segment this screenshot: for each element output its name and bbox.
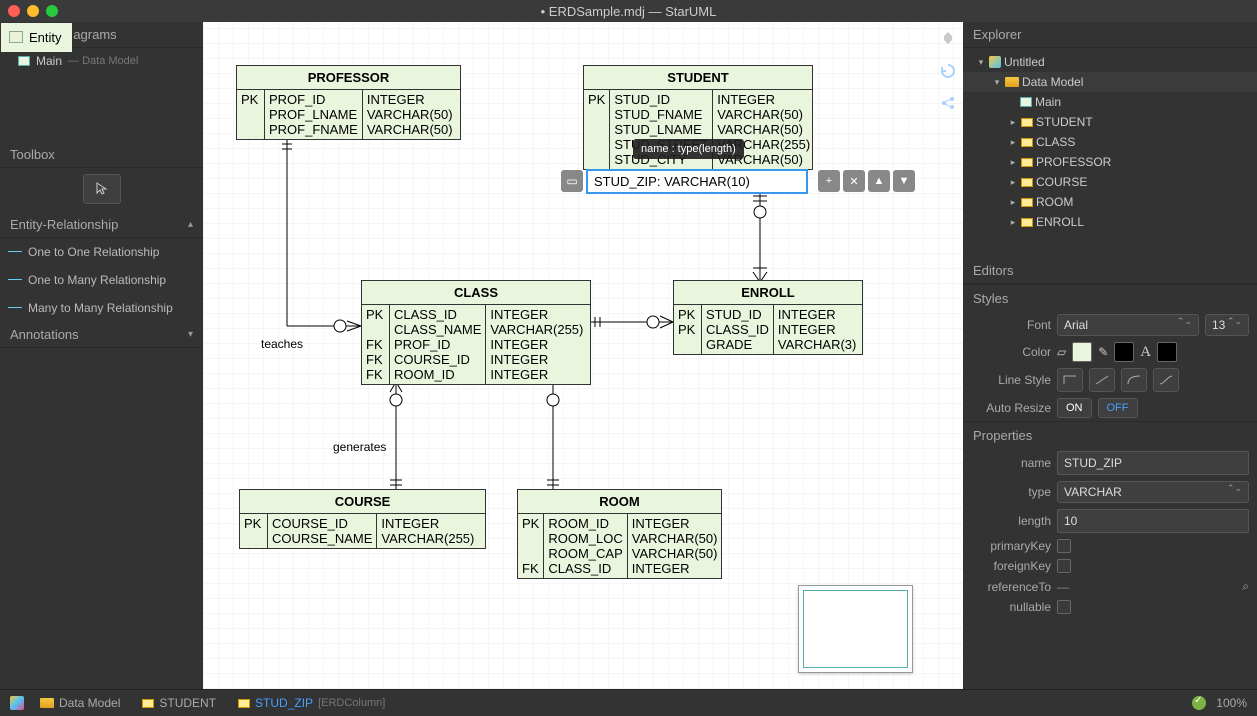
entity-icon [1021,198,1033,207]
diagram-canvas[interactable]: PROFESSOR PK PROF_IDPROF_LNAMEPROF_FNAME… [203,22,963,689]
entity-enroll[interactable]: ENROLL PKPK STUD_IDCLASS_IDGRADE INTEGER… [673,280,863,355]
tool-one-to-many[interactable]: One to Many Relationship [0,266,203,294]
styles-header: Styles [963,285,1257,311]
entity-title: ROOM [518,490,721,514]
left-panel: Working Diagrams Main — Data Model Toolb… [0,22,203,689]
entity-title: STUDENT [584,66,812,90]
tool-one-to-one[interactable]: One to One Relationship [0,238,203,266]
prop-name-input[interactable] [1057,451,1249,475]
fill-color-swatch[interactable] [1072,342,1092,362]
tool-many-to-many[interactable]: Many to Many Relationship [0,294,203,322]
plug-icon[interactable] [939,30,957,48]
entity-icon [1021,138,1033,147]
align-button[interactable]: ▭ [561,170,583,192]
explorer-tree: ▾Untitled ▾Data Model Main ▸STUDENT ▸CLA… [963,48,1257,236]
entity-icon [142,699,154,708]
annotations-section[interactable]: Annotations ▾ [0,322,203,348]
app-icon [10,696,24,710]
entity-title: ENROLL [674,281,862,305]
package-icon [40,698,54,708]
column-icon [238,699,250,708]
prop-primarykey-checkbox[interactable] [1057,539,1071,553]
entity-course[interactable]: COURSE PK COURSE_IDCOURSE_NAME INTEGERVA… [239,489,486,549]
text-icon: A [1140,344,1151,361]
tree-entity-student[interactable]: ▸STUDENT [963,112,1257,132]
prop-type-select[interactable]: VARCHAR [1057,481,1249,503]
prop-length-input[interactable] [1057,509,1249,533]
entity-title: CLASS [362,281,590,305]
edit-tooltip: name : type(length) [633,139,744,159]
tree-entity-enroll[interactable]: ▸ENROLL [963,212,1257,232]
entity-icon [1021,218,1033,227]
entity-icon [1021,178,1033,187]
tool-cursor[interactable] [83,174,121,204]
edit-delete-button[interactable]: ✕ [843,170,865,192]
editors-header: Editors [963,258,1257,284]
tool-entity[interactable]: Entity [0,22,73,53]
edit-move-down-button[interactable]: ▼ [893,170,915,192]
validation-ok-icon[interactable] [1192,696,1206,710]
autoresize-off[interactable]: OFF [1098,398,1138,418]
tree-entity-professor[interactable]: ▸PROFESSOR [963,152,1257,172]
entity-icon [1021,158,1033,167]
right-panel: Explorer ▾Untitled ▾Data Model Main ▸STU… [963,22,1257,689]
entity-title: PROFESSOR [237,66,460,90]
tree-untitled[interactable]: ▾Untitled [963,52,1257,72]
breadcrumb-student[interactable]: STUDENT [136,694,222,712]
font-size-select[interactable]: 13 [1205,314,1249,336]
diagram-icon [18,56,30,66]
toolbox-header: Toolbox [0,142,203,168]
window-title: • ERDSample.mdj — StarUML [0,4,1257,19]
tree-main-diagram[interactable]: Main [963,92,1257,112]
tree-entity-class[interactable]: ▸CLASS [963,132,1257,152]
tree-data-model[interactable]: ▾Data Model [963,72,1257,92]
tree-entity-course[interactable]: ▸COURSE [963,172,1257,192]
package-icon [1005,77,1019,87]
linestyle-oblique[interactable] [1089,368,1115,392]
linestyle-curve[interactable] [1153,368,1179,392]
rotate-icon[interactable] [939,62,957,80]
share-icon[interactable] [939,94,957,112]
center-panel: PROFESSOR PK PROF_IDPROF_LNAMEPROF_FNAME… [203,22,963,689]
linestyle-rectilinear[interactable] [1057,368,1083,392]
prop-nullable-checkbox[interactable] [1057,600,1071,614]
entity-class[interactable]: CLASS PK FKFKFK CLASS_IDCLASS_NAMEPROF_I… [361,280,591,385]
font-family-select[interactable]: Arial [1057,314,1199,336]
prop-foreignkey-checkbox[interactable] [1057,559,1071,573]
stroke-icon: ✎ [1098,345,1108,359]
search-icon[interactable]: ⌕ [1242,579,1249,594]
tree-entity-room[interactable]: ▸ROOM [963,192,1257,212]
explorer-header: Explorer [963,22,1257,48]
entity-relationship-section[interactable]: Entity-Relationship ▴ [0,212,203,238]
entity-professor[interactable]: PROFESSOR PK PROF_IDPROF_LNAMEPROF_FNAME… [236,65,461,140]
edit-move-up-button[interactable]: ▲ [868,170,890,192]
text-color-swatch[interactable] [1157,342,1177,362]
window-minimize-button[interactable] [27,5,39,17]
line-color-swatch[interactable] [1114,342,1134,362]
column-edit-input[interactable]: STUD_ZIP: VARCHAR(10) [586,169,808,194]
fill-icon: ▱ [1057,345,1066,359]
project-icon [989,56,1001,68]
relationship-label-teaches: teaches [261,337,303,351]
properties-header: Properties [963,422,1257,448]
window-zoom-button[interactable] [46,5,58,17]
diagram-icon [1020,97,1032,107]
linestyle-rounded[interactable] [1121,368,1147,392]
autoresize-on[interactable]: ON [1057,398,1092,418]
relationship-label-generates: generates [333,440,386,454]
minimap[interactable] [798,585,913,673]
statusbar: Data Model STUDENT STUD_ZIP[ERDColumn] 1… [0,689,1257,716]
breadcrumb-data-model[interactable]: Data Model [34,694,126,712]
window-close-button[interactable] [8,5,20,17]
chevron-down-icon: ▾ [188,329,193,340]
titlebar: • ERDSample.mdj — StarUML [0,0,1257,22]
breadcrumb-stud-zip[interactable]: STUD_ZIP[ERDColumn] [232,694,391,712]
entity-icon [1021,118,1033,127]
zoom-level[interactable]: 100% [1216,696,1247,710]
entity-room[interactable]: ROOM PK FK ROOM_IDROOM_LOCROOM_CAPCLASS_… [517,489,722,579]
chevron-up-icon: ▴ [188,219,193,230]
entity-title: COURSE [240,490,485,514]
edit-add-button[interactable]: + [818,170,840,192]
